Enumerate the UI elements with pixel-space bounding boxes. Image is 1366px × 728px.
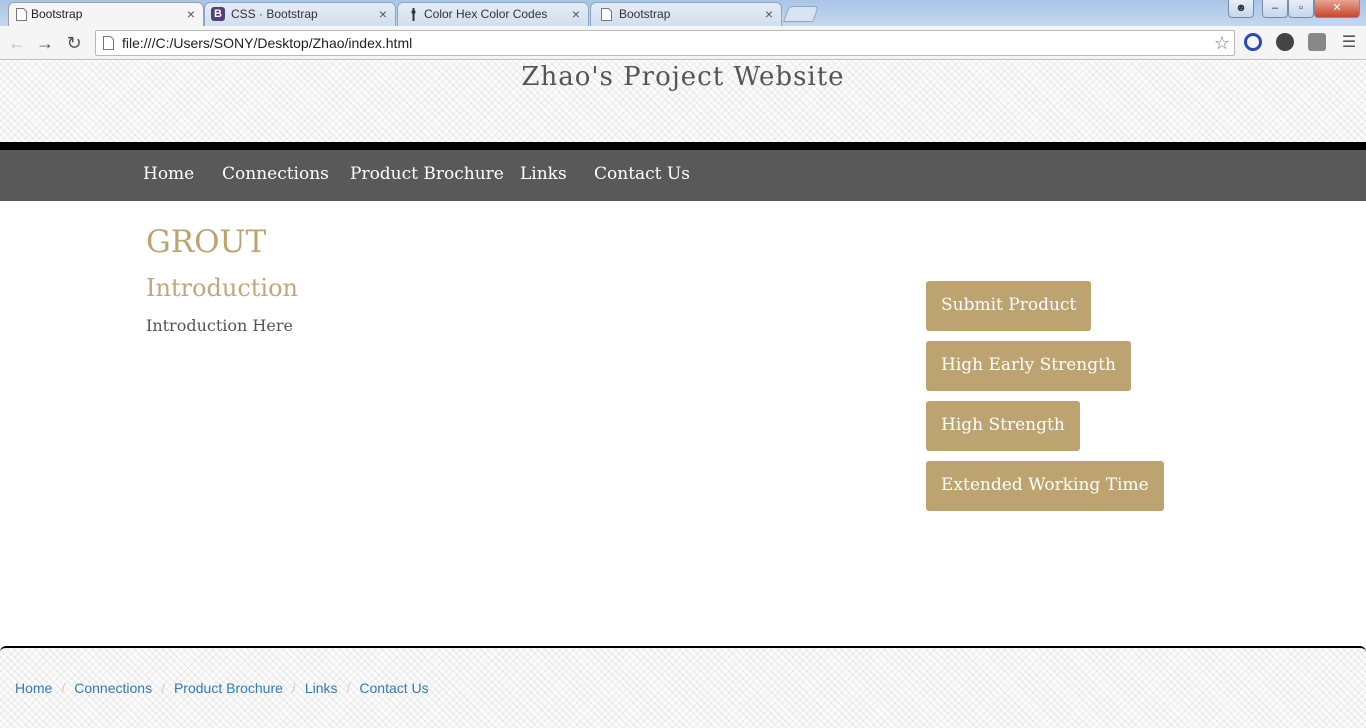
- new-tab-button[interactable]: [783, 6, 819, 22]
- nav-product-brochure[interactable]: Product Brochure: [350, 164, 504, 184]
- footer-link-contact-us[interactable]: Contact Us: [359, 680, 428, 696]
- close-icon[interactable]: ×: [765, 3, 773, 25]
- back-icon[interactable]: ←: [6, 32, 28, 54]
- footer-link-product-brochure[interactable]: Product Brochure: [174, 680, 283, 696]
- site-title: Zhao's Project Website: [521, 62, 845, 92]
- tab-bootstrap-active[interactable]: Bootstrap ×: [8, 2, 204, 26]
- high-early-strength-button[interactable]: High Early Strength: [926, 341, 1131, 391]
- reload-icon[interactable]: ↻: [63, 32, 85, 54]
- dropper-icon: [411, 8, 416, 21]
- footer-link-home[interactable]: Home: [15, 680, 52, 696]
- high-strength-button[interactable]: High Strength: [926, 401, 1080, 451]
- main-nav: Home Connections Product Brochure Links …: [0, 150, 1366, 201]
- intro-text: Introduction Here: [146, 316, 293, 335]
- forward-icon[interactable]: →: [34, 32, 56, 54]
- page-icon: [103, 36, 114, 50]
- breadcrumb-separator: /: [291, 680, 296, 696]
- address-bar[interactable]: file:///C:/Users/SONY/Desktop/Zhao/index…: [95, 30, 1235, 56]
- minimize-button[interactable]: –: [1262, 0, 1288, 18]
- shield-extension-icon[interactable]: [1276, 33, 1294, 51]
- page-icon: [16, 8, 27, 21]
- breadcrumb-separator: /: [346, 680, 351, 696]
- bootstrap-icon: B: [211, 7, 225, 21]
- nav-connections[interactable]: Connections: [222, 164, 329, 184]
- close-icon[interactable]: ×: [187, 3, 195, 25]
- header-divider: [0, 142, 1366, 150]
- tab-css-bootstrap[interactable]: B CSS · Bootstrap ×: [204, 2, 396, 26]
- browser-toolbar: ← → ↻ file:///C:/Users/SONY/Desktop/Zhao…: [0, 26, 1366, 60]
- maximize-button[interactable]: ▫: [1288, 0, 1314, 18]
- breadcrumb-separator: /: [61, 680, 66, 696]
- block-extension-icon[interactable]: [1244, 33, 1262, 51]
- url-text: file:///C:/Users/SONY/Desktop/Zhao/index…: [122, 35, 413, 51]
- page-heading: GROUT: [146, 224, 267, 260]
- extended-working-time-button[interactable]: Extended Working Time: [926, 461, 1164, 511]
- tab-title: Color Hex Color Codes: [424, 7, 548, 21]
- nav-links[interactable]: Links: [520, 164, 567, 184]
- tab-bootstrap[interactable]: Bootstrap ×: [590, 2, 782, 26]
- tab-strip: Bootstrap × B CSS · Bootstrap × Color He…: [0, 0, 1366, 26]
- footer-link-links[interactable]: Links: [305, 680, 338, 696]
- page-icon: [601, 8, 612, 21]
- extension-icon[interactable]: [1308, 33, 1326, 51]
- menu-icon[interactable]: ☰: [1338, 32, 1360, 54]
- nav-home[interactable]: Home: [143, 164, 194, 184]
- user-icon[interactable]: ☻: [1228, 0, 1254, 18]
- footer-link-connections[interactable]: Connections: [74, 680, 152, 696]
- breadcrumb-separator: /: [161, 680, 165, 696]
- tab-title: CSS · Bootstrap: [231, 7, 318, 21]
- bookmark-star-icon[interactable]: ☆: [1214, 31, 1230, 55]
- close-icon[interactable]: ×: [572, 3, 580, 25]
- tab-title: Bootstrap: [31, 7, 83, 21]
- submit-product-button[interactable]: Submit Product: [926, 281, 1092, 331]
- breadcrumb: Home / Connections / Product Brochure / Links /…: [15, 680, 429, 696]
- section-heading: Introduction: [146, 274, 298, 302]
- close-icon[interactable]: ×: [379, 3, 387, 25]
- close-window-button[interactable]: ✕: [1314, 0, 1360, 18]
- nav-contact-us[interactable]: Contact Us: [594, 164, 690, 184]
- tab-color-hex[interactable]: Color Hex Color Codes ×: [397, 2, 589, 26]
- tab-title: Bootstrap: [619, 7, 671, 21]
